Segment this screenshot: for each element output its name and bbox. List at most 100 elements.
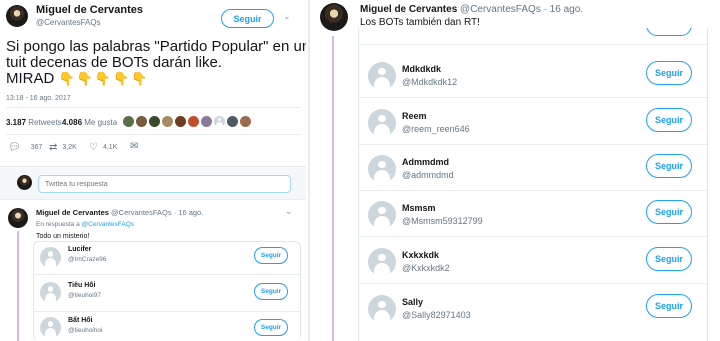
- left-tweet-panel: Miguel de Cervantes @CervantesFAQs Segui…: [0, 0, 306, 341]
- tweet-text-line: Si pongo las palabras "Partido Popular" …: [6, 38, 306, 55]
- avatar: [17, 175, 32, 190]
- user-avatar[interactable]: [368, 295, 396, 323]
- user-handle[interactable]: @tieuhoi97: [68, 292, 101, 299]
- user-avatar[interactable]: [40, 282, 61, 303]
- liker-avatar[interactable]: [240, 116, 251, 127]
- avatar[interactable]: [320, 3, 348, 31]
- user-handle[interactable]: @tieuhoihoi: [68, 327, 102, 334]
- user-name[interactable]: Lucifer: [68, 246, 91, 253]
- follow-button[interactable]: Seguir: [254, 283, 288, 300]
- reply-count: 367: [30, 144, 43, 151]
- user-name[interactable]: Sally: [402, 297, 423, 307]
- user-handle[interactable]: @Sally82971403: [402, 310, 471, 320]
- reply-text: Todo un misterio!: [36, 233, 90, 240]
- follow-button-partial[interactable]: [646, 28, 692, 36]
- tweet-date[interactable]: · 16 ago.: [544, 4, 583, 15]
- like-count: 4,1K: [102, 144, 118, 151]
- likes-stat[interactable]: 4.086 Me gusta: [62, 118, 117, 127]
- user-avatar[interactable]: [368, 109, 396, 137]
- list-divider: [359, 97, 707, 98]
- like-action[interactable]: ♡ 4,1K: [89, 142, 117, 153]
- user-handle[interactable]: @ImCraze96: [68, 256, 106, 263]
- user-name[interactable]: Bất Hối: [68, 317, 93, 324]
- list-item: Bất Hối @tieuhoihoi Seguir: [40, 316, 298, 341]
- user-avatar[interactable]: [40, 247, 61, 268]
- thread-line: [332, 36, 334, 341]
- message-icon[interactable]: ✉: [130, 141, 138, 152]
- follow-button[interactable]: Seguir: [221, 9, 274, 28]
- list-divider: [359, 190, 707, 191]
- in-reply-prefix: En respuesta a: [36, 221, 80, 228]
- liker-avatar[interactable]: [123, 116, 134, 127]
- follow-button[interactable]: Seguir: [646, 200, 692, 224]
- list-item: Msmsm @Msmsm59312799 Seguir: [366, 198, 706, 236]
- author-handle[interactable]: @CervantesFAQs: [460, 4, 541, 15]
- liker-avatar[interactable]: [149, 116, 160, 127]
- follow-button[interactable]: Seguir: [646, 108, 692, 132]
- list-divider: [359, 44, 707, 45]
- user-handle[interactable]: @Msmsm59312799: [402, 216, 483, 226]
- reply-action[interactable]: 💬︎ 367: [8, 142, 42, 153]
- list-item: Kxkxkdk @Kxkxkdk2 Seguir: [366, 245, 706, 283]
- liker-avatar[interactable]: [162, 116, 173, 127]
- user-name[interactable]: Msmsm: [402, 203, 436, 213]
- user-name[interactable]: Reem: [402, 111, 427, 121]
- follow-button[interactable]: Seguir: [254, 319, 288, 336]
- list-item: Mdkdkdk @Mdkdkdk12 Seguir: [366, 59, 706, 97]
- liker-avatar[interactable]: [214, 116, 225, 127]
- user-name[interactable]: Tiêu Hối: [68, 282, 95, 289]
- in-reply-to: En respuesta a @CervantesFAQs: [36, 221, 134, 228]
- avatar[interactable]: [8, 208, 28, 228]
- user-avatar[interactable]: [368, 248, 396, 276]
- follow-button[interactable]: Seguir: [646, 61, 692, 85]
- retweet-action[interactable]: ⇄ 3,2K: [49, 142, 77, 153]
- user-name[interactable]: Kxkxkdk: [402, 250, 439, 260]
- user-handle[interactable]: @reem_reen646: [402, 124, 470, 134]
- list-item: Sally @Sally82971403 Seguir: [366, 292, 706, 330]
- reply-date[interactable]: · 16 ago.: [174, 208, 204, 217]
- chevron-down-icon[interactable]: ⌄: [285, 206, 293, 217]
- follow-button[interactable]: Seguir: [646, 247, 692, 271]
- chevron-down-icon[interactable]: ⌄: [283, 11, 291, 22]
- tweet-text-mirad: MIRAD: [6, 70, 55, 87]
- pointing-down-emoji-icon: 👇👇👇👇👇: [58, 71, 150, 86]
- tweet-text: Si pongo las palabras "Partido Popular" …: [6, 39, 306, 87]
- user-handle[interactable]: @Mdkdkdk12: [402, 77, 457, 87]
- liker-avatar[interactable]: [201, 116, 212, 127]
- retweets-stat[interactable]: 3.187 Retweets: [6, 118, 62, 127]
- liker-avatar[interactable]: [175, 116, 186, 127]
- list-divider: [359, 283, 707, 284]
- avatar[interactable]: [6, 5, 28, 27]
- user-avatar[interactable]: [40, 317, 61, 338]
- reply-author-handle[interactable]: @CervantesFAQs: [111, 208, 172, 217]
- list-item: Lucifer @ImCraze96 Seguir: [40, 245, 298, 271]
- user-avatar[interactable]: [368, 155, 396, 183]
- liker-avatar[interactable]: [227, 116, 238, 127]
- likes-label: Me gusta: [84, 118, 118, 127]
- liker-avatar[interactable]: [136, 116, 147, 127]
- liker-avatars: [123, 116, 251, 127]
- author-handle[interactable]: @CervantesFAQs: [36, 18, 101, 27]
- follow-button[interactable]: Seguir: [646, 154, 692, 178]
- user-handle[interactable]: @admmdmd: [402, 170, 454, 180]
- timestamp[interactable]: 13:18 - 16 ago. 2017: [6, 95, 71, 102]
- author-name[interactable]: Miguel de Cervantes: [36, 4, 143, 16]
- in-reply-handle[interactable]: @CervantesFAQs: [82, 221, 134, 228]
- follow-button[interactable]: Seguir: [254, 247, 288, 264]
- user-avatar[interactable]: [368, 62, 396, 90]
- right-tweet-panel: Miguel de Cervantes @CervantesFAQs · 16 …: [314, 0, 720, 341]
- user-handle[interactable]: @Kxkxkdk2: [402, 263, 450, 273]
- stats-divider-bottom: [6, 134, 300, 135]
- follow-button[interactable]: Seguir: [646, 294, 692, 318]
- user-name[interactable]: Mdkdkdk: [402, 64, 441, 74]
- author-name[interactable]: Miguel de Cervantes: [360, 4, 457, 15]
- list-item: Admmdmd @admmdmd Seguir: [366, 152, 706, 190]
- reply-input[interactable]: [38, 175, 291, 193]
- liker-avatar[interactable]: [188, 116, 199, 127]
- reply-author-name[interactable]: Miguel de Cervantes: [36, 208, 109, 217]
- list-item: Reem @reem_reen646 Seguir: [366, 106, 706, 144]
- thread-line: [17, 231, 19, 341]
- user-name[interactable]: Admmdmd: [402, 157, 449, 167]
- heart-icon: ♡: [89, 142, 98, 153]
- user-avatar[interactable]: [368, 201, 396, 229]
